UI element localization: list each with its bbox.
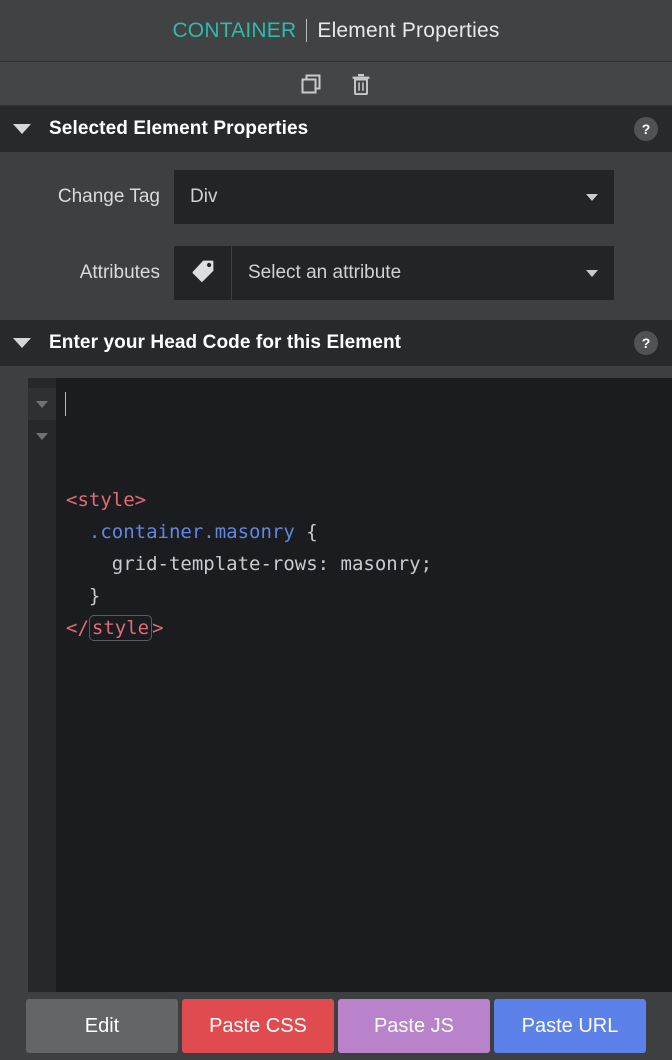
editor-gutter <box>28 378 56 992</box>
panel-title: CONTAINER Element Properties <box>172 19 499 43</box>
code-token: } <box>88 585 101 607</box>
code-token: style <box>88 615 153 641</box>
paste-js-button[interactable]: Paste JS <box>338 999 490 1053</box>
element-properties-panel: CONTAINER Element Properties Selected El… <box>0 0 672 1060</box>
code-editor[interactable]: <style> .container.masonry { grid-templa… <box>28 378 672 992</box>
change-tag-select[interactable]: Div <box>174 170 614 224</box>
code-line: .container.masonry { <box>56 516 672 548</box>
change-tag-value: Div <box>190 186 218 207</box>
edit-button[interactable]: Edit <box>26 999 178 1053</box>
section-title-head-code: Enter your Head Code for this Element <box>49 332 402 353</box>
title-divider <box>306 19 308 42</box>
fold-row <box>28 420 56 452</box>
duplicate-element-button[interactable] <box>296 69 326 99</box>
paste-url-button[interactable]: Paste URL <box>494 999 646 1053</box>
code-text-area[interactable]: <style> .container.masonry { grid-templa… <box>56 378 672 992</box>
page-title: Element Properties <box>317 18 500 42</box>
copy-icon <box>299 72 323 96</box>
chevron-down-icon[interactable] <box>13 124 31 134</box>
fold-arrow-icon[interactable] <box>36 400 48 408</box>
code-line: </style > <box>56 612 672 644</box>
code-token: <style> <box>66 489 147 511</box>
code-line: } <box>56 580 672 612</box>
chevron-down-icon <box>586 193 598 201</box>
chevron-down-icon[interactable] <box>13 338 31 348</box>
editor-action-buttons: Edit Paste CSS Paste JS Paste URL <box>0 992 672 1060</box>
attributes-row: Attributes Select an attribute <box>0 246 672 300</box>
code-token: grid-template-rows: masonry; <box>111 553 433 575</box>
fold-arrow-icon[interactable] <box>36 432 48 440</box>
paste-css-button[interactable]: Paste CSS <box>182 999 334 1053</box>
tag-icon <box>190 258 216 289</box>
help-button-selected-element[interactable]: ? <box>634 117 658 141</box>
change-tag-label: Change Tag <box>57 186 160 207</box>
delete-element-button[interactable] <box>346 69 376 99</box>
code-line: <style> <box>56 484 672 516</box>
add-attribute-button[interactable] <box>174 246 232 300</box>
chevron-down-icon <box>586 269 598 277</box>
section-title-selected-element: Selected Element Properties <box>49 118 309 139</box>
change-tag-row: Change Tag Div <box>0 170 672 224</box>
help-button-head-code[interactable]: ? <box>634 331 658 355</box>
section-header-selected-element[interactable]: Selected Element Properties ? <box>0 106 672 152</box>
head-code-editor-container: <style> .container.masonry { grid-templa… <box>0 366 672 992</box>
element-action-toolbar <box>0 62 672 106</box>
selected-element-tag-name: CONTAINER <box>172 18 297 42</box>
selected-element-properties-body: Change Tag Div Attributes Select an attr… <box>0 152 672 320</box>
code-token: </ <box>66 617 89 639</box>
trash-icon <box>349 72 373 96</box>
section-header-head-code[interactable]: Enter your Head Code for this Element ? <box>0 320 672 366</box>
fold-row <box>28 388 56 420</box>
code-token: .container.masonry <box>88 521 295 543</box>
text-cursor <box>65 392 66 416</box>
code-token: > <box>152 617 164 639</box>
attributes-label: Attributes <box>79 262 160 283</box>
attributes-select[interactable]: Select an attribute <box>232 246 614 300</box>
code-line: grid-template-rows: masonry; <box>56 548 672 580</box>
attributes-value: Select an attribute <box>248 262 402 283</box>
panel-titlebar: CONTAINER Element Properties <box>0 0 672 62</box>
code-token: { <box>294 521 318 543</box>
